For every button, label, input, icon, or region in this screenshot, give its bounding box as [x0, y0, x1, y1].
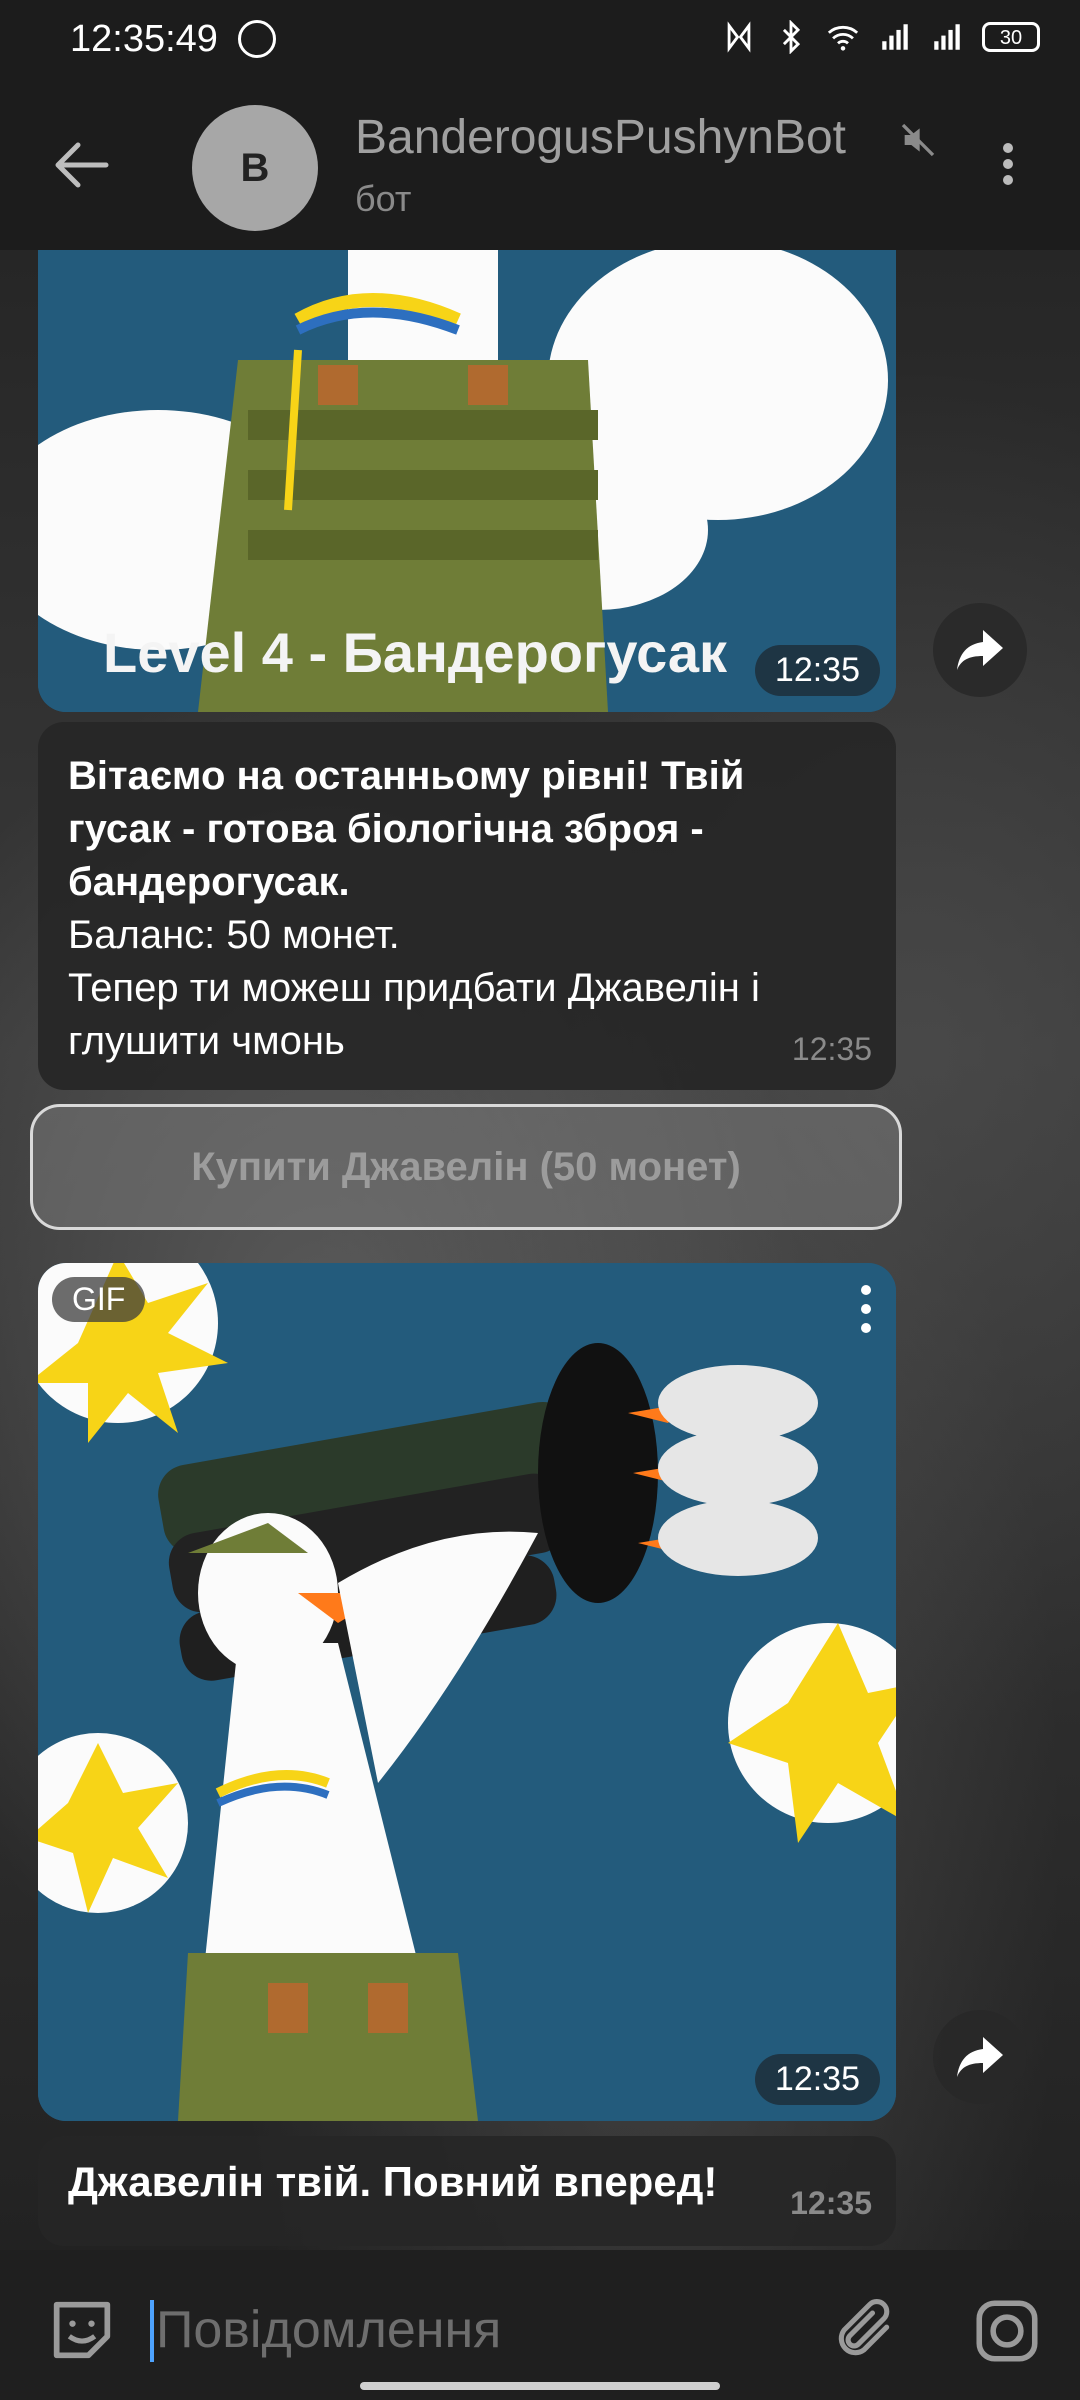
message-time: 12:35 — [754, 645, 880, 696]
image-caption: Level 4 - Бандерогусак — [103, 621, 728, 684]
signal-icon-2 — [934, 24, 960, 50]
message-line: бандерогусак. — [68, 860, 350, 904]
status-icons: 30 — [722, 20, 1040, 54]
gif-message[interactable]: GIF 12:35 — [38, 1263, 896, 2121]
chat-header: B BanderogusPushynBot бот — [0, 80, 1080, 250]
share-icon — [957, 630, 1003, 670]
message-input-bar: Повідомлення — [0, 2250, 1080, 2400]
status-bar: 12:35:49 30 — [0, 0, 1080, 80]
emoji-notification-icon — [238, 20, 276, 58]
message-line: Тепер ти можеш придбати Джавелін і — [68, 966, 760, 1010]
home-indicator[interactable] — [360, 2382, 720, 2390]
message-line: гусак - готова біологічна зброя - — [68, 807, 704, 851]
message-line: Вітаємо на останньому рівні! Твій — [68, 754, 745, 798]
attach-icon[interactable] — [830, 2294, 898, 2366]
image-message[interactable]: Level 4 - Бандерогусак 12:35 — [38, 250, 896, 712]
message-text: Джавелін твій. Повний вперед! — [68, 2158, 718, 2205]
goose-javelin-gif — [38, 1263, 896, 2121]
gif-badge: GIF — [52, 1277, 146, 1322]
more-menu-icon[interactable] — [990, 138, 1026, 198]
sticker-icon[interactable] — [44, 2292, 120, 2368]
avatar[interactable]: B — [192, 105, 318, 231]
chat-subtitle: бот — [355, 178, 412, 219]
text-caret — [150, 2300, 154, 2362]
muted-icon — [901, 123, 935, 157]
nfc-icon — [727, 21, 751, 53]
share-button-gif[interactable] — [933, 2010, 1027, 2104]
share-icon — [957, 2037, 1003, 2077]
wifi-icon — [827, 25, 859, 51]
message-line: Баланс: 50 монет. — [68, 913, 400, 957]
status-time: 12:35:49 — [70, 18, 218, 60]
chat-title[interactable]: BanderogusPushynBot — [355, 110, 885, 165]
text-message: Вітаємо на останньому рівні! Твій гусак … — [38, 722, 896, 1090]
gif-menu-icon[interactable] — [856, 1285, 876, 1345]
camera-icon[interactable] — [970, 2294, 1044, 2368]
message-time: 12:35 — [754, 2054, 880, 2105]
message-time: 12:35 — [790, 2185, 872, 2221]
message-time: 12:35 — [791, 1031, 872, 1067]
share-button[interactable] — [933, 603, 1027, 697]
buy-javelin-button[interactable]: Купити Джавелін (50 монет) — [30, 1104, 902, 1230]
back-arrow-icon[interactable] — [50, 140, 110, 190]
message-input[interactable]: Повідомлення — [156, 2300, 501, 2360]
signal-icon — [882, 24, 908, 50]
text-message: Джавелін твій. Повний вперед! 12:35 — [38, 2136, 896, 2246]
battery-icon: 30 — [982, 22, 1040, 52]
message-line: глушити чмонь — [68, 1019, 345, 1063]
bluetooth-icon — [782, 20, 801, 54]
